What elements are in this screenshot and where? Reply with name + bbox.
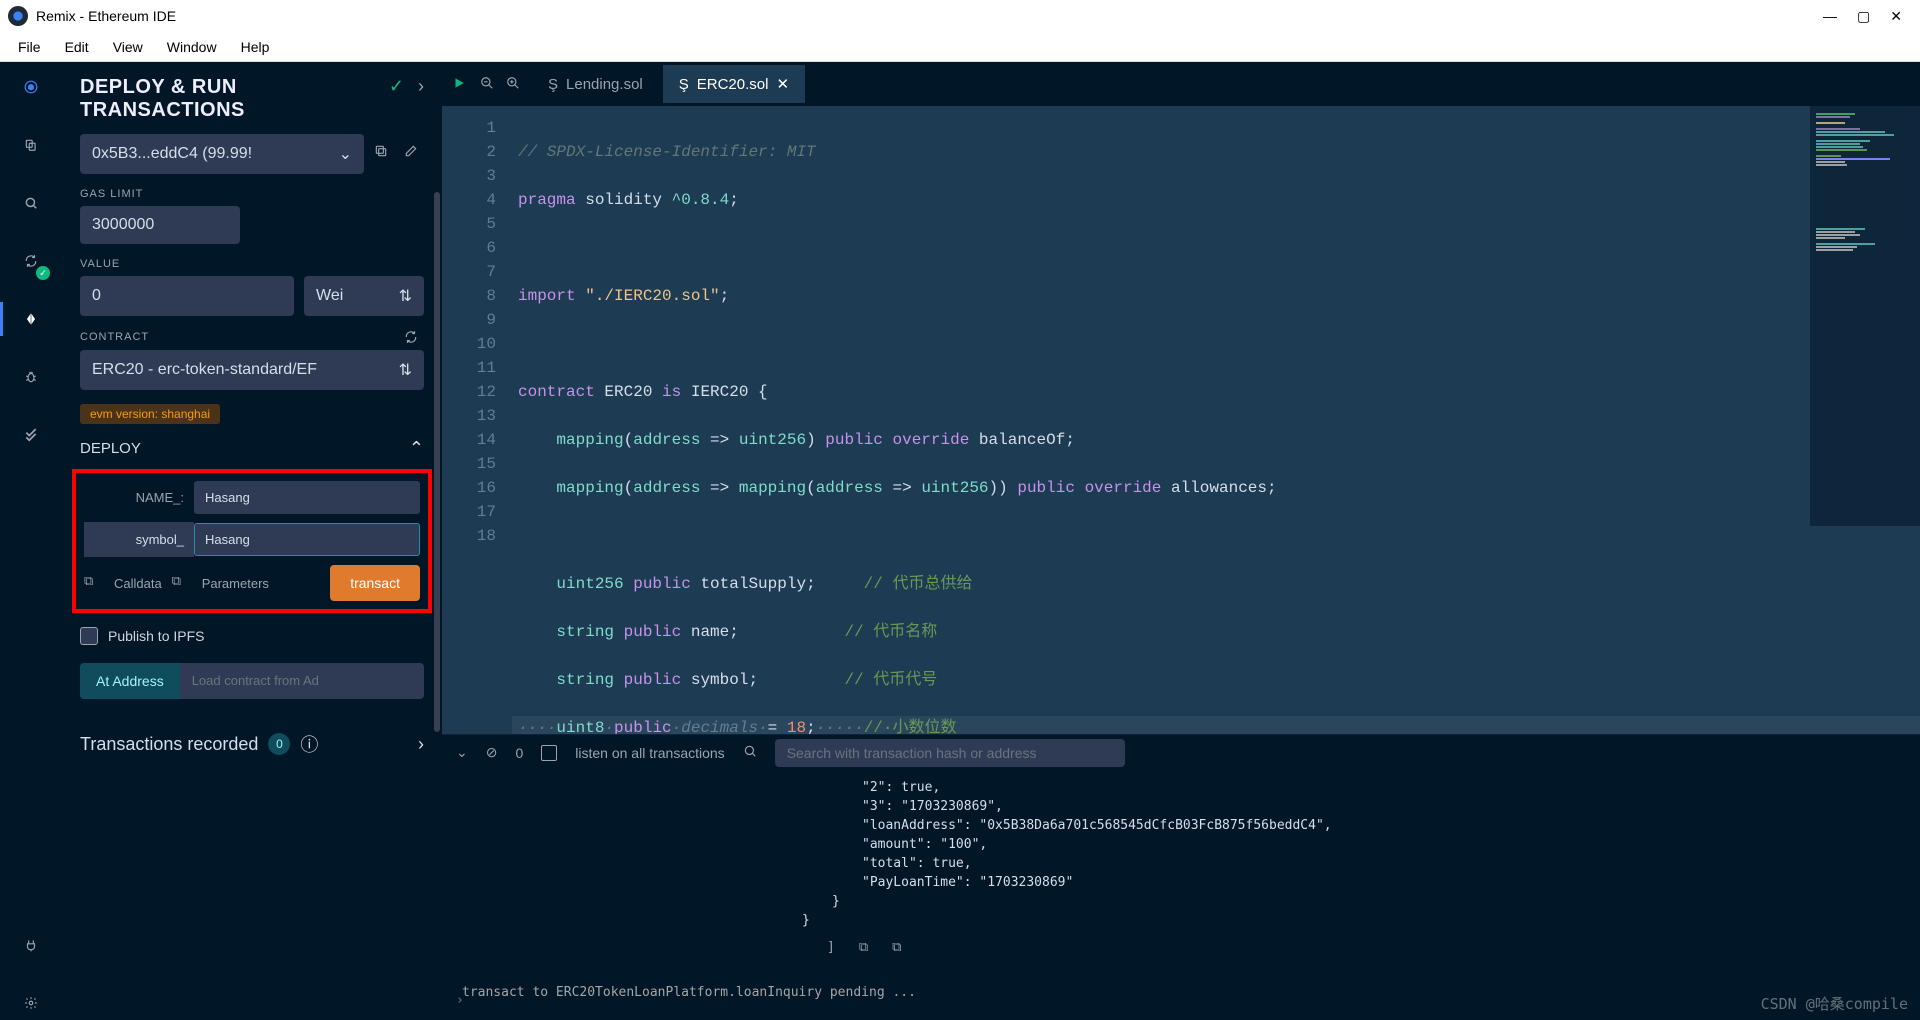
tab-erc20[interactable]: ŞERC20.sol✕ [663, 65, 805, 103]
param-symbol-label: symbol_ [84, 522, 194, 557]
evm-version-badge: evm version: shanghai [80, 404, 220, 424]
value-input[interactable] [80, 276, 294, 316]
calldata-label[interactable]: Calldata [114, 576, 162, 591]
menu-help[interactable]: Help [231, 35, 280, 59]
check-icon[interactable] [14, 418, 48, 452]
search-icon[interactable] [743, 744, 757, 761]
zoom-in-icon[interactable] [506, 76, 520, 93]
parameters-label[interactable]: Parameters [202, 576, 269, 591]
copy-icon[interactable] [374, 144, 394, 164]
copy-icon[interactable]: ⧉ [859, 938, 868, 957]
chevron-up-icon[interactable]: ⌃ [409, 438, 424, 459]
terminal-search-input[interactable]: Search with transaction hash or address [775, 739, 1125, 767]
copy-icon[interactable]: ⧉ [892, 938, 901, 957]
publish-ipfs-label: Publish to IPFS [108, 628, 205, 644]
window-title: Remix - Ethereum IDE [36, 8, 176, 24]
deploy-label: DEPLOY [80, 440, 141, 457]
tx-recorded-label: Transactions recorded [80, 734, 258, 755]
zoom-out-icon[interactable] [480, 76, 494, 93]
plugin-manager-icon[interactable] [14, 928, 48, 962]
remix-logo-icon[interactable] [14, 70, 48, 104]
clear-icon[interactable]: ⊘ [486, 744, 498, 761]
contract-select[interactable]: ERC20 - erc-token-standard/EF⇅ [80, 350, 424, 390]
value-unit-select[interactable]: Wei⇅ [304, 276, 424, 316]
deploy-params-box: NAME_: symbol_ ⧉ Calldata ⧉ Parameters t… [72, 469, 432, 613]
scrollbar[interactable] [434, 192, 440, 732]
listen-checkbox[interactable] [541, 745, 557, 761]
close-button[interactable]: ✕ [1890, 8, 1902, 25]
window-titlebar: Remix - Ethereum IDE — ▢ ✕ [0, 0, 1920, 32]
at-address-button[interactable]: At Address [80, 663, 180, 699]
minimize-button[interactable]: — [1823, 8, 1837, 24]
terminal-output[interactable]: "2": true, "3": "1703230869", "loanAddre… [442, 770, 1920, 1020]
listen-label: listen on all transactions [575, 745, 724, 761]
terminal-bar: ⌄ ⊘ 0 listen on all transactions Search … [442, 734, 1920, 770]
chevron-right-icon[interactable]: › [456, 991, 464, 1010]
copy-icon[interactable]: ⧉ [84, 573, 104, 593]
publish-ipfs-checkbox[interactable] [80, 627, 98, 645]
param-name-label: NAME_: [84, 490, 194, 505]
run-icon[interactable] [452, 76, 466, 93]
chevron-down-icon[interactable]: ⌄ [456, 744, 468, 761]
param-name-input[interactable] [194, 481, 420, 514]
solidity-icon: Ş [679, 76, 689, 93]
menu-view[interactable]: View [103, 35, 153, 59]
maximize-button[interactable]: ▢ [1857, 8, 1870, 25]
tabbar: ŞLending.sol ŞERC20.sol✕ [442, 62, 1920, 106]
refresh-icon[interactable] [404, 330, 424, 350]
menu-file[interactable]: File [8, 35, 51, 59]
menubar: File Edit View Window Help [0, 32, 1920, 62]
at-address-input[interactable]: Load contract from Ad [180, 663, 424, 699]
chevron-right-icon[interactable]: › [418, 76, 424, 97]
search-icon[interactable] [14, 186, 48, 220]
minimap[interactable] [1810, 106, 1920, 526]
close-icon[interactable]: ✕ [776, 75, 789, 93]
terminal-pending-line: transact to ERC20TokenLoanPlatform.loanI… [462, 983, 1900, 1002]
transact-button[interactable]: transact [330, 565, 420, 601]
app-logo-icon [8, 6, 28, 26]
value-label: VALUE [80, 258, 424, 270]
side-panel: DEPLOY & RUNTRANSACTIONS ✓ › 0x5B3...edd… [62, 62, 442, 1020]
pending-count: 0 [515, 745, 523, 761]
menu-edit[interactable]: Edit [55, 35, 99, 59]
edit-icon[interactable] [404, 144, 424, 164]
compiler-icon[interactable]: ✓ [14, 244, 48, 278]
deploy-run-icon[interactable] [14, 302, 48, 336]
watermark: CSDN @哈桑compile [1761, 995, 1908, 1014]
settings-icon[interactable] [14, 986, 48, 1020]
tx-count-badge: 0 [268, 733, 290, 755]
iconbar: ✓ [0, 62, 62, 1020]
gas-limit-label: GAS LIMIT [80, 188, 424, 200]
file-explorer-icon[interactable] [14, 128, 48, 162]
solidity-icon: Ş [548, 76, 558, 93]
account-select[interactable]: 0x5B3...eddC4 (99.99!⌄ [80, 134, 364, 174]
chevron-right-icon[interactable]: › [418, 734, 424, 755]
gas-limit-input[interactable] [80, 206, 240, 244]
menu-window[interactable]: Window [157, 35, 227, 59]
code-editor[interactable]: 123456789101112131415161718 // SPDX-Lice… [442, 106, 1920, 734]
gutter: 123456789101112131415161718 [442, 106, 512, 734]
tab-lending[interactable]: ŞLending.sol [532, 66, 659, 103]
info-icon[interactable]: ⓘ [300, 731, 318, 757]
panel-title: DEPLOY & RUNTRANSACTIONS [80, 76, 245, 122]
copy-icon[interactable]: ⧉ [172, 573, 192, 593]
debugger-icon[interactable] [14, 360, 48, 394]
editor-area: ŞLending.sol ŞERC20.sol✕ 123456789101112… [442, 62, 1920, 1020]
check-icon: ✓ [389, 76, 404, 97]
param-symbol-input[interactable] [194, 523, 420, 556]
contract-label: CONTRACT [80, 331, 149, 343]
